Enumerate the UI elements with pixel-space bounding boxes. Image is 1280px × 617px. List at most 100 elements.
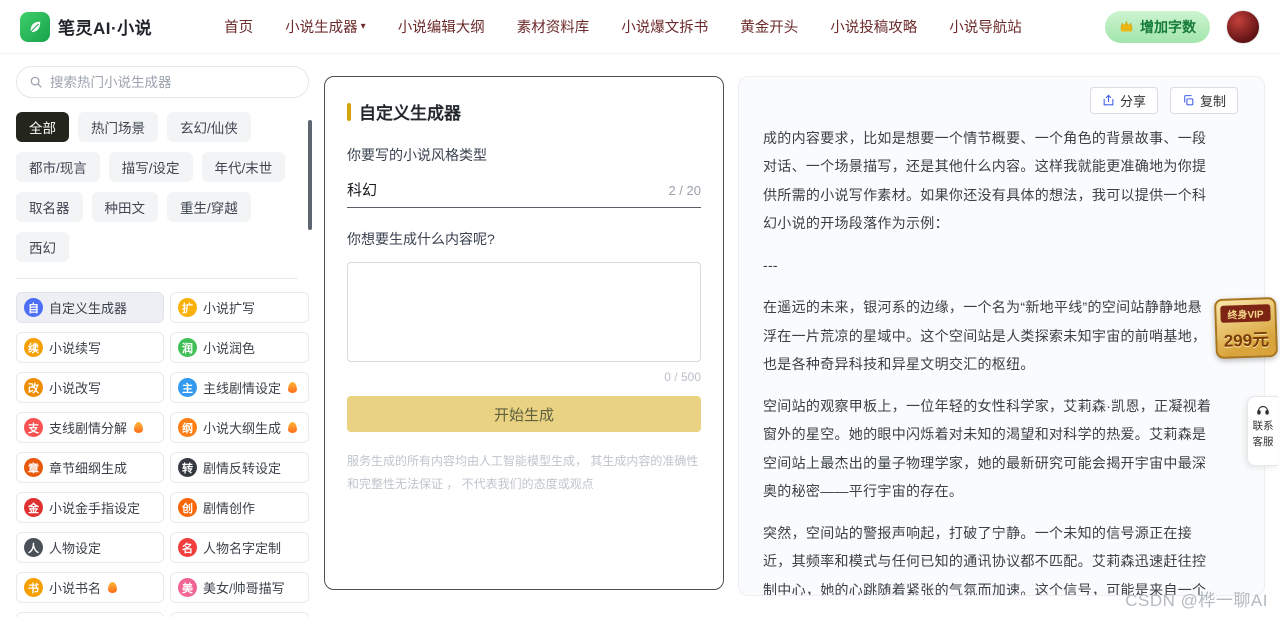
- nav-item-home[interactable]: 首页: [224, 16, 253, 37]
- tag-farming[interactable]: 种田文: [91, 192, 158, 222]
- tool-novel-outline[interactable]: 纲 小说大纲生成: [170, 412, 309, 443]
- hot-flame-icon: [288, 422, 298, 433]
- nav-item-book-breakdown[interactable]: 小说爆文拆书: [621, 16, 708, 37]
- tag-era-apocalypse[interactable]: 年代/末世: [201, 152, 286, 182]
- generate-button[interactable]: 开始生成: [347, 396, 701, 432]
- tool-icon: 章: [24, 458, 43, 477]
- tool-label: 小说扩写: [203, 301, 256, 316]
- tool-label: 人物设定: [49, 541, 102, 556]
- brand[interactable]: 笔灵AI·小说: [20, 11, 153, 42]
- tool-beauty-description[interactable]: 美 美女/帅哥描写: [170, 572, 309, 603]
- tool-continue-writing[interactable]: 续 小说续写: [16, 332, 164, 363]
- tool-plot-creation[interactable]: 创 剧情创作: [170, 492, 309, 523]
- tool-golden-finger[interactable]: 金 小说金手指设定: [16, 492, 164, 523]
- ai-disclaimer: 服务生成的所有内容均由人工智能模型生成， 其生成内容的准确性和完整性无法保证 ，…: [347, 454, 699, 491]
- user-avatar[interactable]: [1226, 9, 1260, 44]
- headset-icon: [1257, 405, 1269, 415]
- share-label: 分享: [1119, 94, 1146, 109]
- tool-label: 小说续写: [49, 341, 102, 356]
- hot-flame-icon: [134, 422, 144, 433]
- tool-icon: 名: [178, 538, 197, 557]
- tool-label: 小说大纲生成: [203, 421, 282, 436]
- watermark: CSDN @桦一聊AI: [1125, 591, 1268, 610]
- tool-label: 剧情反转设定: [203, 461, 282, 476]
- tool-subplot-breakdown[interactable]: 支 支线剧情分解: [16, 412, 164, 443]
- tag-xuanhuan-xianxia[interactable]: 玄幻/仙侠: [167, 112, 251, 142]
- tool-icon: 扩: [178, 298, 197, 317]
- output-toolbar: 分享 复制: [739, 77, 1264, 116]
- hot-flame-icon: [108, 582, 118, 593]
- tool-custom-generator[interactable]: 自 自定义生成器: [16, 292, 164, 323]
- tool-label: 小说润色: [203, 341, 256, 356]
- nav-item-outline[interactable]: 小说编辑大纲: [398, 16, 485, 37]
- style-field-label: 你要写的小说风格类型: [347, 147, 487, 163]
- generator-panel: 自定义生成器 你要写的小说风格类型 2 / 20 你想要生成什么内容呢? 0 /…: [324, 76, 724, 590]
- tag-all[interactable]: 全部: [16, 112, 69, 142]
- tool-label: 人物名字定制: [203, 541, 282, 556]
- generator-title: 自定义生成器: [359, 104, 461, 123]
- generated-paragraph: ---: [763, 257, 778, 274]
- tool-icon: 支: [24, 418, 43, 437]
- tool-icon: 自: [24, 298, 43, 317]
- tool-rewrite[interactable]: 改 小说改写: [16, 372, 164, 403]
- content-textarea[interactable]: [347, 262, 701, 362]
- tool-fight-description[interactable]: 斗 打斗描写: [170, 612, 309, 617]
- tool-icon: 改: [24, 378, 43, 397]
- copy-icon: [1184, 95, 1194, 106]
- tool-book-title[interactable]: 书 小说书名: [16, 572, 164, 603]
- search-box: [16, 66, 309, 98]
- share-button[interactable]: 分享: [1089, 87, 1158, 114]
- nav-item-material-library[interactable]: 素材资料库: [517, 16, 590, 37]
- search-input[interactable]: [50, 74, 296, 90]
- add-words-button[interactable]: 增加字数: [1105, 10, 1210, 43]
- brand-name: 笔灵AI·小说: [58, 19, 153, 38]
- tag-hot-scene[interactable]: 热门场景: [78, 112, 158, 142]
- generated-paragraph: 在遥远的未来，银河系的边缘，一个名为“新地平线”的空间站静静地悬浮在一片荒凉的星…: [763, 299, 1207, 372]
- tool-label: 支线剧情分解: [49, 421, 128, 436]
- tag-urban-romance[interactable]: 都市/现言: [16, 152, 100, 182]
- tool-character-name[interactable]: 名 人物名字定制: [170, 532, 309, 563]
- tool-icon: 美: [178, 578, 197, 597]
- tool-icon: 金: [24, 498, 43, 517]
- tool-plot-twist[interactable]: 转 剧情反转设定: [170, 452, 309, 483]
- nav-item-submission-guide[interactable]: 小说投稿攻略: [830, 16, 917, 37]
- app-window: 笔灵AI·小说 首页 小说生成器 ▾ 小说编辑大纲 素材资料库 小说爆文拆书 黄…: [0, 0, 1280, 617]
- copy-button[interactable]: 复制: [1169, 87, 1238, 114]
- generated-paragraph: 空间站的观察甲板上，一位年轻的女性科学家，艾莉森·凯恩，正凝视着窗外的星空。她的…: [763, 398, 1212, 499]
- vip-price: 299元: [1223, 330, 1270, 351]
- sidebar: 全部 热门场景 玄幻/仙侠 都市/现言 描写/设定 年代/末世 取名器 种田文 …: [16, 66, 312, 617]
- nav-item-golden-opening[interactable]: 黄金开头: [740, 16, 798, 37]
- tool-label: 小说金手指设定: [49, 501, 141, 516]
- nav-item-generator[interactable]: 小说生成器 ▾: [285, 16, 366, 37]
- tag-western-fantasy[interactable]: 西幻: [16, 232, 69, 262]
- contact-support-button[interactable]: 联系 客服: [1247, 396, 1278, 466]
- tool-expand-writing[interactable]: 扩 小说扩写: [170, 292, 309, 323]
- tool-icon: 人: [24, 538, 43, 557]
- tag-rebirth[interactable]: 重生/穿越: [167, 192, 251, 222]
- sidebar-scrollbar[interactable]: [308, 120, 312, 230]
- copy-label: 复制: [1199, 94, 1226, 109]
- tool-label: 主线剧情设定: [203, 381, 282, 396]
- style-input-row: 2 / 20: [347, 181, 701, 208]
- tool-chapter-outline[interactable]: 章 章节细纲生成: [16, 452, 164, 483]
- generated-paragraph: 成的内容要求，比如是想要一个情节概要、一个角色的背景故事、一段对话、一个场景描写…: [763, 130, 1207, 231]
- tool-main-plot-setting[interactable]: 主 主线剧情设定: [170, 372, 309, 403]
- brand-logo-icon: [20, 11, 50, 42]
- style-input[interactable]: [347, 181, 669, 198]
- style-char-counter: 2 / 20: [668, 183, 701, 198]
- tool-icon: 创: [178, 498, 197, 517]
- tag-namer[interactable]: 取名器: [16, 192, 83, 222]
- topbar-right: 增加字数: [1105, 9, 1260, 44]
- search-icon: [30, 76, 42, 88]
- tool-label: 小说书名: [49, 581, 102, 596]
- nav-item-nav-site[interactable]: 小说导航站: [949, 16, 1022, 37]
- contact-label-line2: 客服: [1252, 436, 1274, 449]
- tool-icon: 纲: [178, 418, 197, 437]
- tool-label: 剧情创作: [203, 501, 256, 516]
- tag-description-setting[interactable]: 描写/设定: [108, 152, 193, 182]
- tool-polish[interactable]: 润 小说润色: [170, 332, 309, 363]
- tool-character-setting[interactable]: 人 人物设定: [16, 532, 164, 563]
- vip-promo-badge[interactable]: 终身VIP 299元: [1213, 296, 1279, 360]
- tool-label: 美女/帅哥描写: [203, 581, 285, 596]
- tool-realm-levels[interactable]: 境 境界/功法等级: [16, 612, 164, 617]
